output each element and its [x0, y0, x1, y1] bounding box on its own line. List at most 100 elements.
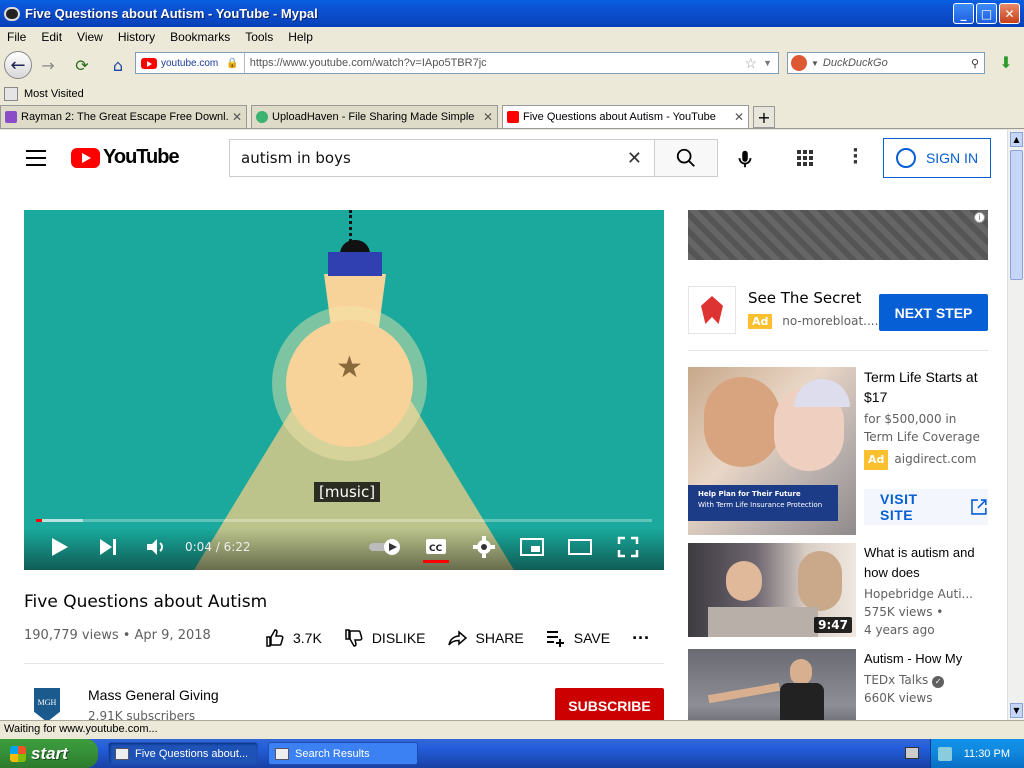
new-tab-button[interactable]: +	[753, 106, 775, 128]
site-identity[interactable]: youtube.com 🔒	[136, 53, 245, 73]
maximize-button[interactable]: □	[976, 3, 997, 24]
apps-grid-icon[interactable]	[797, 150, 817, 170]
page-viewport: YouTube autism in boys ✕ · · · SIGN IN ★ […	[0, 130, 1007, 720]
subscribe-button[interactable]: SUBSCRIBE	[555, 688, 664, 720]
channel-name[interactable]: Mass General Giving	[88, 687, 219, 703]
volume-icon[interactable]	[145, 536, 167, 558]
browser-task-icon	[115, 747, 129, 760]
ad-info-icon[interactable]: i	[974, 212, 985, 223]
thumb-caption-1: Help Plan for Their Future	[698, 490, 801, 498]
task-label: Search Results	[295, 747, 370, 760]
duckduckgo-icon	[791, 55, 807, 71]
reload-icon[interactable]: ⟳	[70, 53, 94, 77]
bookmark-star-icon[interactable]: ☆	[745, 55, 758, 72]
menu-history[interactable]: History	[118, 30, 155, 44]
video-actions: 3.7K DISLIKE SHARE SAVE ···	[265, 628, 650, 648]
menu-edit[interactable]: Edit	[41, 30, 62, 44]
playlist-add-icon	[546, 631, 564, 647]
video-progress-bar[interactable]	[36, 519, 652, 522]
mypal-app-icon	[4, 6, 20, 21]
tab-rayman[interactable]: Rayman 2: The Great Escape Free Downl...…	[0, 105, 247, 128]
network-tray-icon[interactable]	[937, 746, 952, 761]
like-button[interactable]: 3.7K	[265, 628, 322, 648]
rec-info: What is autism and how does Hopebridge A…	[864, 543, 988, 639]
ad-thumbnail: Help Plan for Their Future With Term Lif…	[688, 367, 856, 535]
recommendation-item[interactable]: 9:47 What is autism and how does Hopebri…	[688, 543, 988, 637]
scrollbar-thumb[interactable]	[1010, 150, 1023, 280]
tab-close-icon[interactable]: ✕	[483, 110, 493, 124]
share-button[interactable]: SHARE	[447, 628, 524, 648]
recommendation-ad[interactable]: Help Plan for Their Future With Term Lif…	[688, 367, 988, 535]
captions-active-underline	[423, 560, 449, 563]
forward-arrow-icon[interactable]: →	[36, 53, 60, 77]
keyboard-tray-icon[interactable]	[905, 747, 919, 759]
played-bar	[36, 519, 43, 522]
download-arrow-icon[interactable]: ⬇	[994, 53, 1018, 75]
url-dropdown-icon[interactable]: ▼	[763, 58, 772, 68]
minimize-button[interactable]: _	[953, 3, 974, 24]
close-button[interactable]: ✕	[999, 3, 1020, 24]
tab-uploadhaven[interactable]: UploadHaven - File Sharing Made Simple ✕	[251, 105, 498, 128]
ad-thumbnail-banner: Help Plan for Their Future With Term Lif…	[688, 485, 838, 521]
menu-view[interactable]: View	[77, 30, 103, 44]
rec-channel: Hopebridge Auti...	[864, 587, 973, 601]
channel-avatar[interactable]: MGH	[24, 682, 70, 720]
thumbs-down-icon	[345, 629, 363, 647]
settings-gear-icon[interactable]	[473, 536, 495, 558]
back-arrow-icon[interactable]: ←	[4, 51, 32, 79]
visit-site-label: VISIT SITE	[880, 491, 918, 523]
next-step-button[interactable]: NEXT STEP	[879, 294, 988, 331]
search-button[interactable]	[654, 139, 718, 177]
fullscreen-icon[interactable]	[617, 536, 639, 558]
most-visited-link[interactable]: Most Visited	[24, 88, 84, 100]
search-engine-box[interactable]: ▼ DuckDuckGo ⚲	[787, 52, 985, 74]
menu-file[interactable]: File	[7, 30, 26, 44]
next-video-icon[interactable]	[98, 537, 118, 557]
miniplayer-icon[interactable]	[519, 536, 545, 558]
taskbar-item-browser[interactable]: Five Questions about...	[108, 742, 258, 765]
scroll-up-icon[interactable]: ▲	[1010, 132, 1023, 147]
autoplay-toggle-icon[interactable]	[368, 538, 404, 556]
child-face	[704, 377, 780, 467]
dislike-button[interactable]: DISLIKE	[344, 628, 426, 648]
search-engine-dropdown-icon[interactable]: ▼	[811, 59, 819, 68]
recommendation-item[interactable]: Autism - How My TEDx Talks ✓ 660K views	[688, 649, 988, 720]
url-bar[interactable]: youtube.com 🔒 https://www.youtube.com/wa…	[135, 52, 779, 74]
share-arrow-icon	[447, 630, 467, 646]
search-input[interactable]: autism in boys ✕	[229, 139, 655, 177]
hamburger-menu-icon[interactable]	[26, 150, 46, 166]
tab-close-icon[interactable]: ✕	[232, 110, 242, 124]
ad-domain-row: Ad no-morebloat....	[748, 314, 878, 329]
home-icon[interactable]: ⌂	[106, 53, 130, 77]
microphone-icon[interactable]	[734, 148, 756, 170]
ad-banner-image[interactable]	[688, 210, 988, 260]
tab-youtube-active[interactable]: Five Questions about Autism - YouTube ✕	[502, 105, 749, 128]
start-button[interactable]: start	[0, 739, 98, 768]
save-button[interactable]: SAVE	[546, 628, 610, 648]
menu-bookmarks[interactable]: Bookmarks	[170, 30, 230, 44]
magnifier-icon[interactable]: ⚲	[971, 57, 979, 70]
more-options-icon[interactable]: · · ·	[852, 142, 859, 172]
menu-tools[interactable]: Tools	[245, 30, 273, 44]
clear-search-icon[interactable]: ✕	[627, 148, 642, 169]
visit-site-button[interactable]: VISIT SITE	[864, 489, 988, 525]
closed-captions-icon[interactable]: CC	[425, 536, 447, 558]
more-actions-icon[interactable]: ···	[632, 628, 650, 649]
thumbs-up-icon	[266, 629, 284, 647]
vertical-scrollbar[interactable]: ▲ ▼	[1007, 130, 1024, 720]
video-duration: 9:47	[814, 617, 852, 633]
video-stats: 190,779 views • Apr 9, 2018	[24, 628, 211, 643]
tab-close-icon[interactable]: ✕	[734, 110, 744, 124]
url-text[interactable]: https://www.youtube.com/watch?v=IApo5TBR…	[245, 57, 745, 69]
video-player[interactable]: ★ [music] 0:04 / 6:22 CC	[24, 210, 664, 570]
play-icon[interactable]	[50, 536, 70, 558]
scroll-down-icon[interactable]: ▼	[1010, 703, 1023, 718]
menu-help[interactable]: Help	[288, 30, 313, 44]
player-controls: 0:04 / 6:22 CC	[24, 528, 664, 570]
youtube-logo[interactable]: YouTube	[71, 146, 180, 169]
taskbar-item-search[interactable]: Search Results	[268, 742, 418, 765]
sign-in-button[interactable]: SIGN IN	[883, 138, 991, 178]
mgh-shield-logo: MGH	[34, 688, 60, 720]
theater-mode-icon[interactable]	[567, 537, 593, 557]
buffered-bar	[36, 519, 84, 522]
